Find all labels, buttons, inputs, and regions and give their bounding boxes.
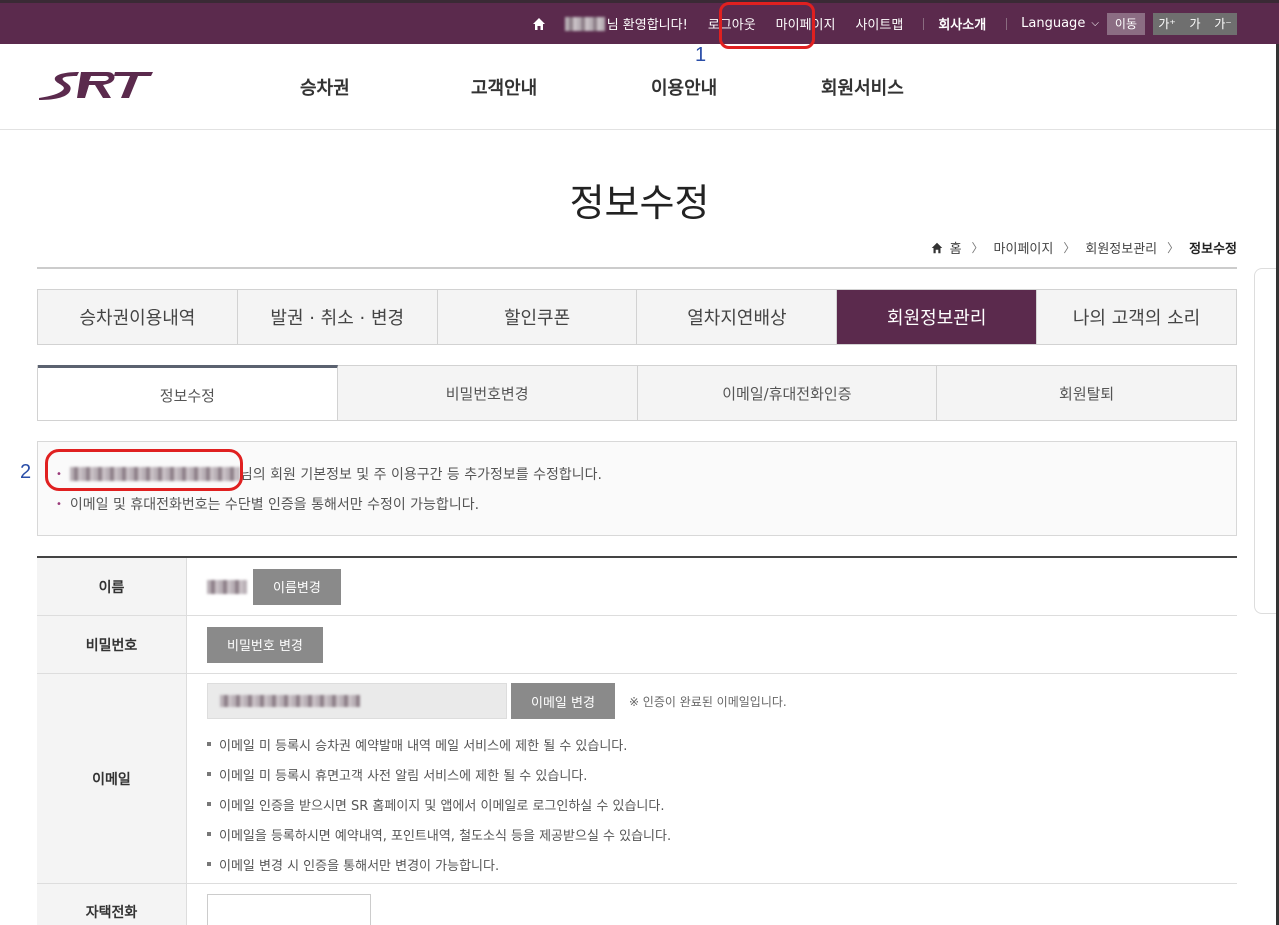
notice-line: • 이메일 및 휴대전화번호는 수단별 인증을 통해서만 수정이 가능합니다.	[56, 497, 480, 513]
bullet-icon	[207, 772, 211, 776]
home-phone-cell	[187, 884, 1237, 925]
chevron-right-icon: 〉	[1063, 241, 1076, 255]
list-item: 이메일 미 등록시 휴면고객 사전 알림 서비스에 제한 될 수 있습니다.	[207, 759, 671, 789]
bullet-icon	[207, 742, 211, 746]
breadcrumb-member-info[interactable]: 회원정보관리	[1085, 238, 1157, 257]
change-password-button[interactable]: 비밀번호 변경	[207, 626, 323, 663]
bullet-icon	[207, 832, 211, 836]
tab-discount-coupon[interactable]: 할인쿠폰	[438, 290, 638, 344]
page-title: 정보수정	[569, 181, 710, 225]
tab-delay-compensation[interactable]: 열차지연배상	[637, 290, 838, 344]
change-email-button[interactable]: 이메일 변경	[511, 683, 615, 719]
form-row-email: 이메일 이메일 변경 ※ 인증이 완료된 이메일입니다. 이메일 미 등록시 승…	[37, 674, 1237, 884]
email-input-group: 이메일 변경 ※ 인증이 완료된 이메일입니다.	[207, 683, 787, 719]
bullet-icon	[207, 862, 211, 866]
email-notes-list: 이메일 미 등록시 승차권 예약발매 내역 메일 서비스에 제한 될 수 있습니…	[207, 729, 671, 879]
language-select[interactable]: Language ⌵	[1021, 16, 1099, 31]
password-label: 비밀번호	[37, 616, 187, 673]
tab-issue-cancel-change[interactable]: 발권 · 취소 · 변경	[238, 290, 438, 344]
divider	[923, 17, 925, 30]
email-field[interactable]	[207, 683, 507, 719]
password-cell: 비밀번호 변경	[187, 616, 1237, 673]
form-row-name: 이름 이름변경	[37, 558, 1237, 616]
blurred-user-name	[564, 16, 605, 31]
subtab-change-password[interactable]: 비밀번호변경	[338, 366, 638, 420]
gnb-ticket[interactable]: 승차권	[300, 74, 350, 100]
change-name-button[interactable]: 이름변경	[253, 568, 341, 605]
subtab-edit-info[interactable]: 정보수정	[38, 365, 338, 420]
user-id-highlight-annotation	[45, 449, 243, 491]
gnb-customer-guide[interactable]: 고객안내	[471, 74, 537, 100]
blurred-email-value	[220, 695, 360, 707]
divider	[1006, 17, 1008, 30]
breadcrumb-mypage[interactable]: 마이페이지	[994, 238, 1054, 257]
home-icon[interactable]	[531, 16, 547, 32]
utility-nav: 님 환영합니다! 로그아웃 마이페이지 사이트맵 회사소개 Language ⌵…	[531, 3, 1237, 44]
email-verified-note: ※ 인증이 완료된 이메일입니다.	[628, 694, 787, 709]
subtab-withdraw[interactable]: 회원탈퇴	[937, 366, 1236, 420]
list-item: 이메일을 등록하시면 예약내역, 포인트내역, 철도소식 등을 제공받으실 수 …	[207, 819, 671, 849]
sitemap-link[interactable]: 사이트맵	[855, 14, 903, 33]
breadcrumb-home[interactable]: 홈	[950, 238, 962, 257]
list-item: 이메일 인증을 받으시면 SR 홈페이지 및 앱에서 이메일로 로그인하실 수 …	[207, 789, 671, 819]
gnb-usage-guide[interactable]: 이용안내	[651, 74, 717, 100]
member-info-form: 이름 이름변경 비밀번호 비밀번호 변경 이메일 이메일 변경 ※ 인증이 완료…	[37, 556, 1237, 925]
name-cell: 이름변경	[187, 558, 1237, 615]
email-label: 이메일	[37, 674, 187, 883]
blurred-name-value	[207, 579, 247, 594]
font-normal-button[interactable]: 가	[1181, 12, 1209, 35]
side-quick-panel[interactable]	[1254, 268, 1276, 614]
home-phone-field[interactable]	[207, 894, 371, 925]
list-item: 이메일 미 등록시 승차권 예약발매 내역 메일 서비스에 제한 될 수 있습니…	[207, 729, 671, 759]
mypage-highlight-annotation	[719, 2, 815, 49]
site-header: 승차권 고객안내 이용안내 회원서비스	[0, 44, 1279, 130]
language-go-button[interactable]: 이동	[1106, 12, 1145, 35]
tab-member-info[interactable]: 회원정보관리	[837, 290, 1038, 344]
home-icon[interactable]	[930, 241, 944, 255]
breadcrumb-current: 정보수정	[1189, 242, 1237, 257]
sub-tabs: 정보수정 비밀번호변경 이메일/휴대전화인증 회원탈퇴	[37, 365, 1237, 421]
srt-logo[interactable]	[37, 68, 155, 102]
bullet-icon: •	[56, 498, 62, 510]
divider	[37, 267, 1237, 269]
company-link[interactable]: 회사소개	[938, 14, 986, 33]
subtab-email-phone-verify[interactable]: 이메일/휴대전화인증	[638, 366, 938, 420]
home-phone-label: 자택전화	[37, 884, 187, 925]
list-item: 이메일 변경 시 인증을 통해서만 변경이 가능합니다.	[207, 849, 671, 879]
form-row-home-phone: 자택전화	[37, 884, 1237, 925]
font-decrease-button[interactable]: 가⁻	[1209, 12, 1237, 35]
tab-ticket-history[interactable]: 승차권이용내역	[38, 290, 238, 344]
main-tabs: 승차권이용내역 발권 · 취소 · 변경 할인쿠폰 열차지연배상 회원정보관리 …	[37, 289, 1237, 345]
form-row-password: 비밀번호 비밀번호 변경	[37, 616, 1237, 674]
font-increase-button[interactable]: 가⁺	[1153, 12, 1181, 35]
email-cell: 이메일 변경 ※ 인증이 완료된 이메일입니다. 이메일 미 등록시 승차권 예…	[187, 674, 1237, 883]
welcome-message: 님 환영합니다!	[564, 14, 688, 33]
chevron-down-icon: ⌵	[1091, 18, 1099, 29]
chevron-right-icon: 〉	[1167, 241, 1180, 255]
gnb-member-service[interactable]: 회원서비스	[821, 74, 904, 100]
tab-my-voc[interactable]: 나의 고객의 소리	[1037, 290, 1236, 344]
chevron-right-icon: 〉	[971, 241, 984, 255]
bullet-icon	[207, 802, 211, 806]
annotation-number-2: 2	[20, 461, 32, 483]
breadcrumb: 홈 〉 마이페이지 〉 회원정보관리 〉 정보수정	[930, 238, 1237, 257]
name-label: 이름	[37, 558, 187, 615]
top-utility-bar: 님 환영합니다! 로그아웃 마이페이지 사이트맵 회사소개 Language ⌵…	[0, 0, 1279, 44]
